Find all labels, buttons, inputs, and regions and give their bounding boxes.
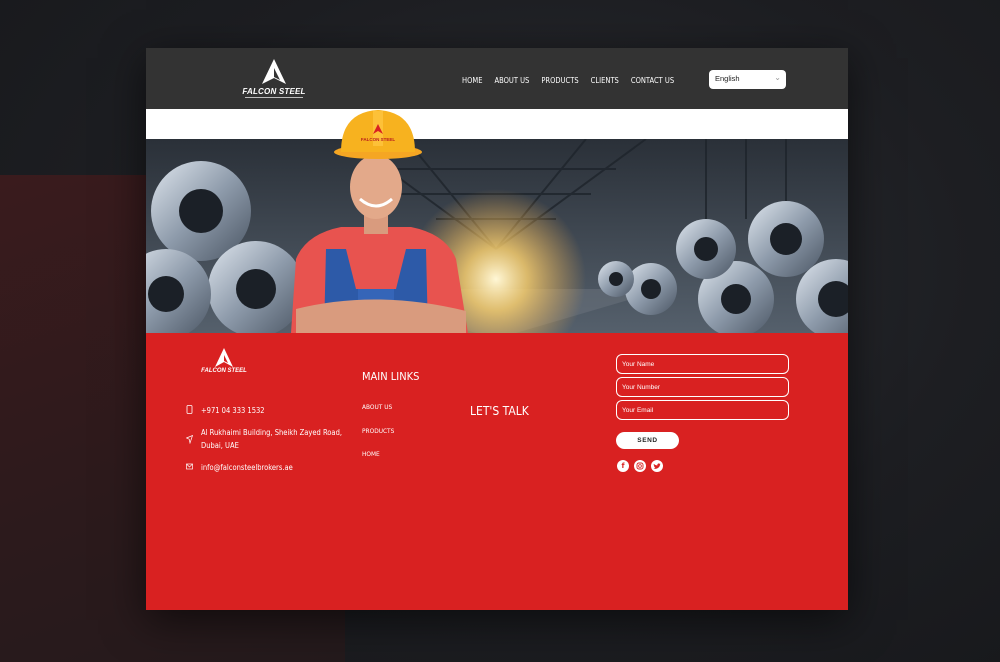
contact-address: Al Rukhaimi Building, Sheikh Zayed Road,… <box>186 426 342 452</box>
footer-logo[interactable]: FALCON STEEL <box>200 347 248 379</box>
footer-link-about-us[interactable]: ABOUT US <box>362 403 392 411</box>
location-icon <box>186 435 193 444</box>
site-footer: FALCON STEEL +971 04 333 1532 Al Rukhaim… <box>146 333 848 610</box>
twitter-icon[interactable] <box>651 460 663 472</box>
header-spacer <box>146 109 848 139</box>
nav-home[interactable]: HOME <box>462 76 482 85</box>
helmet-brand-text: FALCON STEEL <box>361 137 396 142</box>
email-field[interactable] <box>616 400 789 420</box>
site-header: FALCON STEEL HOME ABOUT US PRODUCTS CLIE… <box>146 48 848 109</box>
number-field[interactable] <box>616 377 789 397</box>
footer-link-home[interactable]: HOME <box>362 450 380 458</box>
contact-email: info@falconsteelbrokers.ae <box>186 461 293 474</box>
phone-icon <box>186 405 193 414</box>
lets-talk-heading: LET'S TALK <box>470 404 529 418</box>
website-mockup: FALCON STEEL HOME ABOUT US PRODUCTS CLIE… <box>146 48 848 610</box>
address-line-1: Al Rukhaimi Building, Sheikh Zayed Road, <box>201 428 342 437</box>
chevron-down-icon: ⌄ <box>774 73 781 82</box>
mail-icon <box>186 463 193 470</box>
contact-phone: +971 04 333 1532 <box>186 404 265 417</box>
falcon-logo-icon <box>215 348 233 367</box>
language-value: English <box>715 74 740 83</box>
brand-underline <box>245 97 303 100</box>
falcon-logo-icon <box>262 59 286 84</box>
name-field[interactable] <box>616 354 789 374</box>
facebook-icon[interactable]: f <box>617 460 629 472</box>
header-logo[interactable]: FALCON STEEL <box>242 58 306 102</box>
hero-warehouse-image <box>146 139 848 333</box>
footer-brand-name: FALCON STEEL <box>201 368 247 374</box>
nav-products[interactable]: PRODUCTS <box>541 76 578 85</box>
main-links-heading: MAIN LINKS <box>362 370 420 383</box>
main-nav: HOME ABOUT US PRODUCTS CLIENTS CONTACT U… <box>462 76 674 85</box>
language-select[interactable]: English ⌄ <box>709 70 786 89</box>
nav-contact-us[interactable]: CONTACT US <box>631 76 674 85</box>
hero-banner <box>146 139 848 333</box>
phone-number[interactable]: +971 04 333 1532 <box>201 404 265 417</box>
address-text: Al Rukhaimi Building, Sheikh Zayed Road,… <box>201 426 342 452</box>
send-button[interactable]: SEND <box>616 432 679 449</box>
nav-clients[interactable]: CLIENTS <box>591 76 619 85</box>
nav-about-us[interactable]: ABOUT US <box>494 76 529 85</box>
hardhat-icon: FALCON STEEL <box>334 110 422 159</box>
brand-name: FALCON STEEL <box>242 87 306 96</box>
footer-link-products[interactable]: PRODUCTS <box>362 427 394 435</box>
instagram-icon[interactable] <box>634 460 646 472</box>
address-line-2: Dubai, UAE <box>201 441 239 450</box>
email-address[interactable]: info@falconsteelbrokers.ae <box>201 461 293 474</box>
